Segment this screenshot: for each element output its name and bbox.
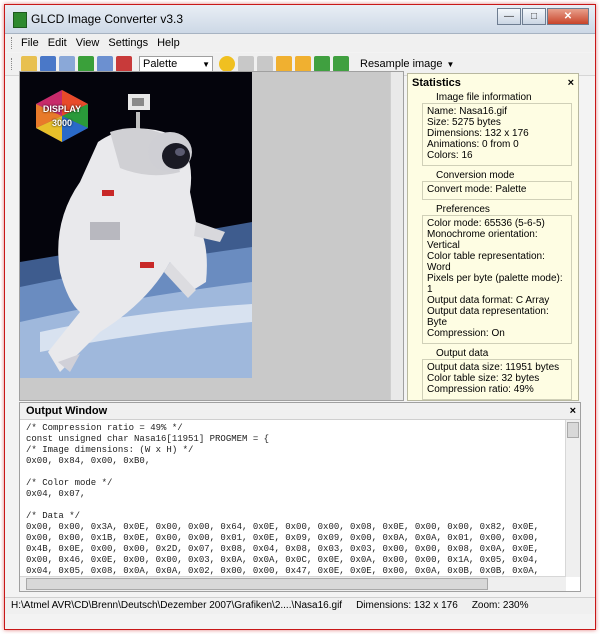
- output-data-title: Output data: [436, 348, 489, 359]
- canvas-vertical-scrollbar[interactable]: [390, 72, 403, 400]
- stat-line: Convert mode: Palette: [427, 184, 527, 195]
- stat-line: Name: Nasa16.gif: [427, 106, 508, 117]
- menu-settings[interactable]: Settings: [108, 37, 148, 49]
- zoom-icon[interactable]: [97, 56, 113, 72]
- code-line: const unsigned char Nasa16[11951] PROGME…: [26, 434, 270, 444]
- stat-line: Color table size: 32 bytes: [427, 373, 540, 384]
- open-folder-icon[interactable]: [21, 56, 37, 72]
- scroll-thumb[interactable]: [26, 578, 488, 590]
- arrow-left-icon[interactable]: [238, 56, 254, 72]
- brush-icon[interactable]: [116, 56, 132, 72]
- menu-help[interactable]: Help: [157, 37, 180, 49]
- copy-icon[interactable]: [59, 56, 75, 72]
- stat-line: Color table representation: Word: [427, 251, 545, 273]
- image-info-group: Name: Nasa16.gif Size: 5275 bytes Dimens…: [422, 103, 572, 166]
- stat-line: Monochrome orientation: Vertical: [427, 229, 538, 251]
- menu-file[interactable]: File: [21, 37, 39, 49]
- stat-line: Compression ratio: 49%: [427, 384, 534, 395]
- image-canvas[interactable]: DISPLAY 3000: [19, 71, 404, 401]
- code-line: /* Data */: [26, 511, 81, 521]
- preferences-group: Color mode: 65536 (5-6-5) Monochrome ori…: [422, 215, 572, 344]
- statistics-panel: Statistics × Image file information Name…: [407, 73, 579, 401]
- code-line: 0x00, 0x00, 0x1B, 0x0E, 0x00, 0x00, 0x01…: [26, 533, 540, 543]
- stat-line: Size: 5275 bytes: [427, 117, 501, 128]
- menu-view[interactable]: View: [76, 37, 100, 49]
- astronaut-image: DISPLAY 3000: [20, 72, 252, 378]
- menu-bar: File Edit View Settings Help: [5, 34, 595, 52]
- close-icon[interactable]: ×: [570, 403, 576, 419]
- stat-line: Output data format: C Array: [427, 295, 550, 306]
- conversion-title: Conversion mode: [436, 170, 515, 181]
- toolbar-grip: [11, 58, 15, 70]
- close-icon[interactable]: ×: [568, 74, 574, 92]
- code-line: /* Compression ratio = 49% */: [26, 423, 183, 433]
- save-icon[interactable]: [40, 56, 56, 72]
- chevron-down-icon: ▼: [202, 60, 210, 69]
- conversion-group: Convert mode: Palette: [422, 181, 572, 200]
- palette-select[interactable]: Palette ▼: [139, 56, 213, 72]
- output-window-header: Output Window ×: [20, 403, 580, 420]
- stat-line: Colors: 16: [427, 150, 473, 161]
- display-3000-logo: DISPLAY 3000: [32, 90, 92, 142]
- stat-line: Output data representation: Byte: [427, 306, 549, 328]
- output-vertical-scrollbar[interactable]: [565, 420, 580, 577]
- stat-line: Pixels per byte (palette mode): 1: [427, 273, 563, 295]
- output-window: Output Window × /* Compression ratio = 4…: [19, 402, 581, 592]
- arrow-right-icon[interactable]: [257, 56, 273, 72]
- image-info-title: Image file information: [436, 92, 532, 103]
- scroll-thumb[interactable]: [567, 422, 579, 438]
- close-button[interactable]: ✕: [547, 8, 589, 25]
- flip-vertical-icon[interactable]: [314, 56, 330, 72]
- flip-down-icon[interactable]: [333, 56, 349, 72]
- code-line: /* Color mode */: [26, 478, 113, 488]
- menu-edit[interactable]: Edit: [48, 37, 67, 49]
- statistics-title: Statistics: [412, 77, 461, 89]
- resample-image-button[interactable]: Resample image: [360, 58, 443, 70]
- title-bar[interactable]: GLCD Image Converter v3.3 — □ ✕: [5, 5, 595, 34]
- statistics-header: Statistics ×: [408, 74, 578, 92]
- menu-grip: [11, 37, 15, 49]
- output-data-group: Output data size: 11951 bytes Color tabl…: [422, 359, 572, 400]
- code-line: 0x00, 0x84, 0x00, 0xB0,: [26, 456, 151, 466]
- output-horizontal-scrollbar[interactable]: [20, 576, 566, 591]
- stat-line: Color mode: 65536 (5-6-5): [427, 218, 545, 229]
- code-line: /* Image dimensions: (W x H) */: [26, 445, 194, 455]
- refresh-icon[interactable]: [78, 56, 94, 72]
- stat-line: Dimensions: 132 x 176: [427, 128, 529, 139]
- preferences-title: Preferences: [436, 204, 490, 215]
- status-dimensions: Dimensions: 132 x 176: [356, 600, 458, 611]
- output-code[interactable]: /* Compression ratio = 49% */const unsig…: [26, 423, 564, 579]
- status-bar: H:\Atmel AVR\CD\Brenn\Deutsch\Dezember 2…: [5, 597, 595, 614]
- status-zoom: Zoom: 230%: [471, 600, 529, 611]
- maximize-button[interactable]: □: [522, 8, 546, 25]
- app-window: GLCD Image Converter v3.3 — □ ✕ File Edi…: [4, 4, 596, 630]
- stat-line: Compression: On: [427, 328, 505, 339]
- stat-line: Output data size: 11951 bytes: [427, 362, 560, 373]
- rotate-left-icon[interactable]: [276, 56, 292, 72]
- window-title: GLCD Image Converter v3.3: [31, 12, 184, 26]
- chevron-down-icon[interactable]: ▼: [447, 60, 455, 69]
- minimize-button[interactable]: —: [497, 8, 521, 25]
- rotate-right-icon[interactable]: [295, 56, 311, 72]
- status-file-path: H:\Atmel AVR\CD\Brenn\Deutsch\Dezember 2…: [11, 600, 343, 611]
- code-line: 0x04, 0x07,: [26, 489, 86, 499]
- palette-select-value: Palette: [143, 58, 178, 70]
- code-line: 0x00, 0x00, 0x3A, 0x0E, 0x00, 0x00, 0x64…: [26, 522, 540, 532]
- code-line: 0x4B, 0x0E, 0x00, 0x00, 0x2D, 0x07, 0x08…: [26, 544, 540, 554]
- output-window-title: Output Window: [26, 405, 108, 417]
- code-line: 0x00, 0x46, 0x0E, 0x00, 0x00, 0x03, 0x0A…: [26, 555, 540, 565]
- app-icon: [13, 12, 27, 28]
- sun-icon[interactable]: [219, 56, 235, 72]
- stat-line: Animations: 0 from 0: [427, 139, 519, 150]
